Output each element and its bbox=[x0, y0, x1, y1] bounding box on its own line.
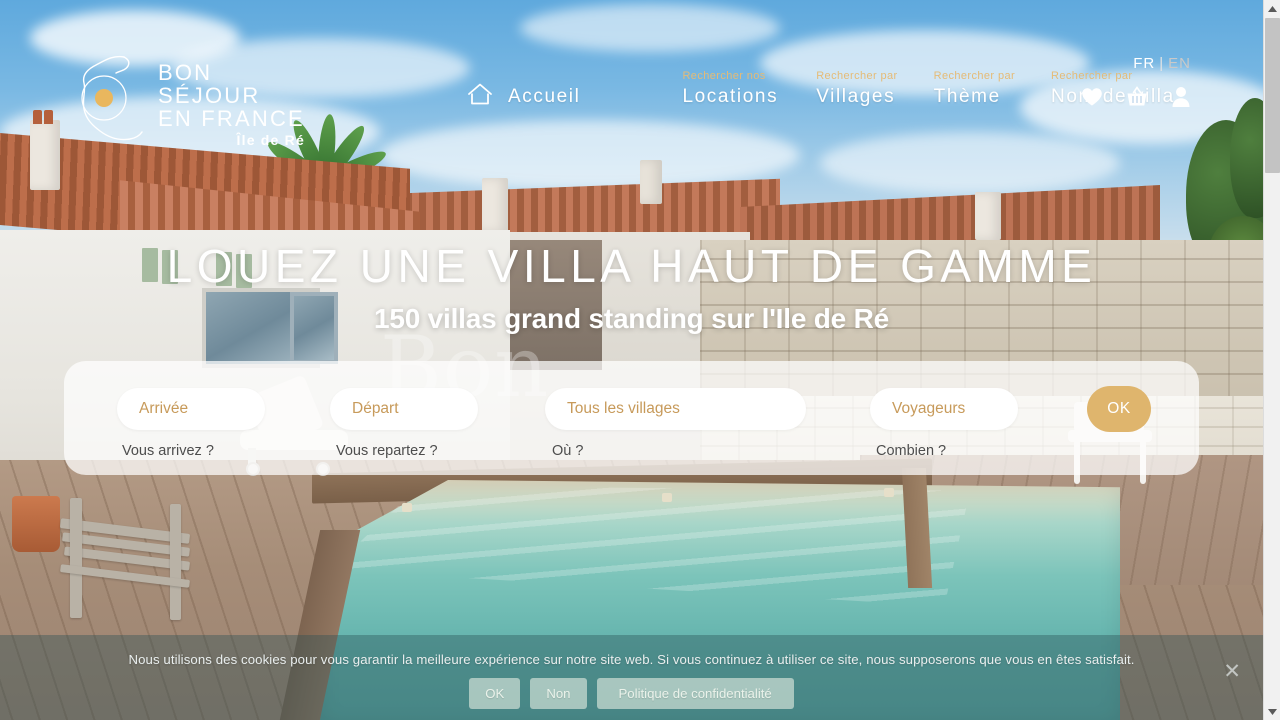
cart-button[interactable] bbox=[1125, 86, 1149, 108]
cookie-policy-link[interactable]: Politique de confidentialité bbox=[596, 678, 794, 709]
nav-overline-villages: Rechercher par bbox=[816, 70, 898, 82]
travelers-hint: Combien ? bbox=[876, 443, 947, 459]
user-icon bbox=[1172, 87, 1190, 107]
caret-down-icon bbox=[1268, 708, 1277, 715]
page-subtitle: 150 villas grand standing sur l'Ile de R… bbox=[373, 303, 890, 334]
departure-date-placeholder: Départ bbox=[352, 400, 399, 417]
logo-line-3: EN FRANCE bbox=[158, 106, 305, 131]
close-icon[interactable]: ✕ bbox=[1223, 661, 1241, 682]
site-logo[interactable]: BON SÉJOUR EN FRANCE Île de Ré bbox=[78, 53, 305, 148]
scroll-down-button[interactable] bbox=[1264, 703, 1280, 720]
nav-item-villages[interactable]: Rechercher par Villages bbox=[806, 70, 907, 109]
nav-label-accueil: Accueil bbox=[508, 86, 581, 107]
nav-item-locations[interactable]: Rechercher nos Locations bbox=[672, 70, 788, 109]
cookie-button-row: OK Non Politique de confidentialité bbox=[0, 678, 1263, 709]
lang-fr[interactable]: FR bbox=[1133, 55, 1155, 72]
lang-separator: | bbox=[1159, 55, 1165, 72]
cookie-accept-button[interactable]: OK bbox=[469, 678, 521, 709]
logo-subtitle: Île de Ré bbox=[236, 132, 305, 148]
hero-text-block: LOUEZ UNE VILLA HAUT DE GAMME 150 villas… bbox=[0, 240, 1263, 335]
site-header: BON SÉJOUR EN FRANCE Île de Ré Accueil R… bbox=[0, 0, 1263, 150]
departure-date-input[interactable]: Départ bbox=[330, 388, 478, 430]
header-icon-row bbox=[1081, 86, 1191, 108]
lang-en[interactable]: EN bbox=[1168, 55, 1191, 72]
chimney bbox=[640, 160, 662, 204]
chimney bbox=[482, 178, 508, 232]
home-icon bbox=[468, 83, 492, 105]
page-root: Bon BON SÉJOUR EN FRANCE Île de Ré bbox=[0, 0, 1280, 720]
nav-overline-theme: Rechercher par bbox=[933, 70, 1016, 82]
nav-label-locations: Locations bbox=[682, 86, 779, 107]
scrollbar-thumb[interactable] bbox=[1265, 18, 1280, 173]
nav-item-accueil[interactable]: Accueil bbox=[498, 85, 590, 109]
departure-hint: Vous repartez ? bbox=[336, 443, 438, 459]
travelers-placeholder: Voyageurs bbox=[892, 400, 966, 417]
arrival-date-placeholder: Arrivée bbox=[139, 400, 189, 417]
favorites-button[interactable] bbox=[1081, 87, 1103, 107]
logo-line-2: SÉJOUR bbox=[158, 83, 261, 108]
caret-up-icon bbox=[1268, 5, 1277, 12]
account-button[interactable] bbox=[1171, 86, 1191, 108]
terracotta-planter bbox=[12, 496, 60, 552]
main-navigation: Accueil Rechercher nos Locations Recherc… bbox=[466, 70, 1185, 109]
village-hint: Où ? bbox=[552, 443, 584, 459]
nav-home-icon-wrap[interactable] bbox=[466, 81, 494, 109]
ile-de-re-island-icon bbox=[81, 55, 143, 141]
cookie-message: Nous utilisons des cookies pour vous gar… bbox=[128, 652, 1135, 667]
wooden-bench bbox=[59, 498, 210, 628]
logo-line-1: BON bbox=[158, 60, 213, 85]
village-select[interactable]: Tous les villages bbox=[545, 388, 806, 430]
search-fields: Arrivée Départ Tous les villages Voyageu… bbox=[64, 361, 1199, 475]
village-select-value: Tous les villages bbox=[567, 400, 680, 417]
arrival-hint: Vous arrivez ? bbox=[122, 443, 214, 459]
page-title: LOUEZ UNE VILLA HAUT DE GAMME bbox=[166, 240, 1097, 292]
header-utility: FR | EN bbox=[1081, 55, 1191, 108]
search-submit-button[interactable]: OK bbox=[1087, 386, 1151, 432]
travelers-input[interactable]: Voyageurs bbox=[870, 388, 1018, 430]
search-panel: Arrivée Départ Tous les villages Voyageu… bbox=[64, 361, 1199, 475]
cookie-banner: Nous utilisons des cookies pour vous gar… bbox=[0, 635, 1263, 720]
nav-item-theme[interactable]: Rechercher par Thème bbox=[924, 70, 1025, 109]
nav-overline-locations: Rechercher nos bbox=[682, 70, 766, 82]
arrival-date-input[interactable]: Arrivée bbox=[117, 388, 265, 430]
basket-icon bbox=[1127, 86, 1147, 106]
nav-label-villages: Villages bbox=[816, 86, 896, 107]
vertical-scrollbar[interactable] bbox=[1263, 0, 1280, 720]
nav-label-theme: Thème bbox=[933, 86, 1001, 107]
language-switcher: FR | EN bbox=[1081, 55, 1191, 72]
heart-icon bbox=[1082, 88, 1102, 106]
scroll-up-button[interactable] bbox=[1264, 0, 1280, 17]
chimney bbox=[975, 192, 1001, 240]
cookie-decline-button[interactable]: Non bbox=[530, 678, 587, 709]
